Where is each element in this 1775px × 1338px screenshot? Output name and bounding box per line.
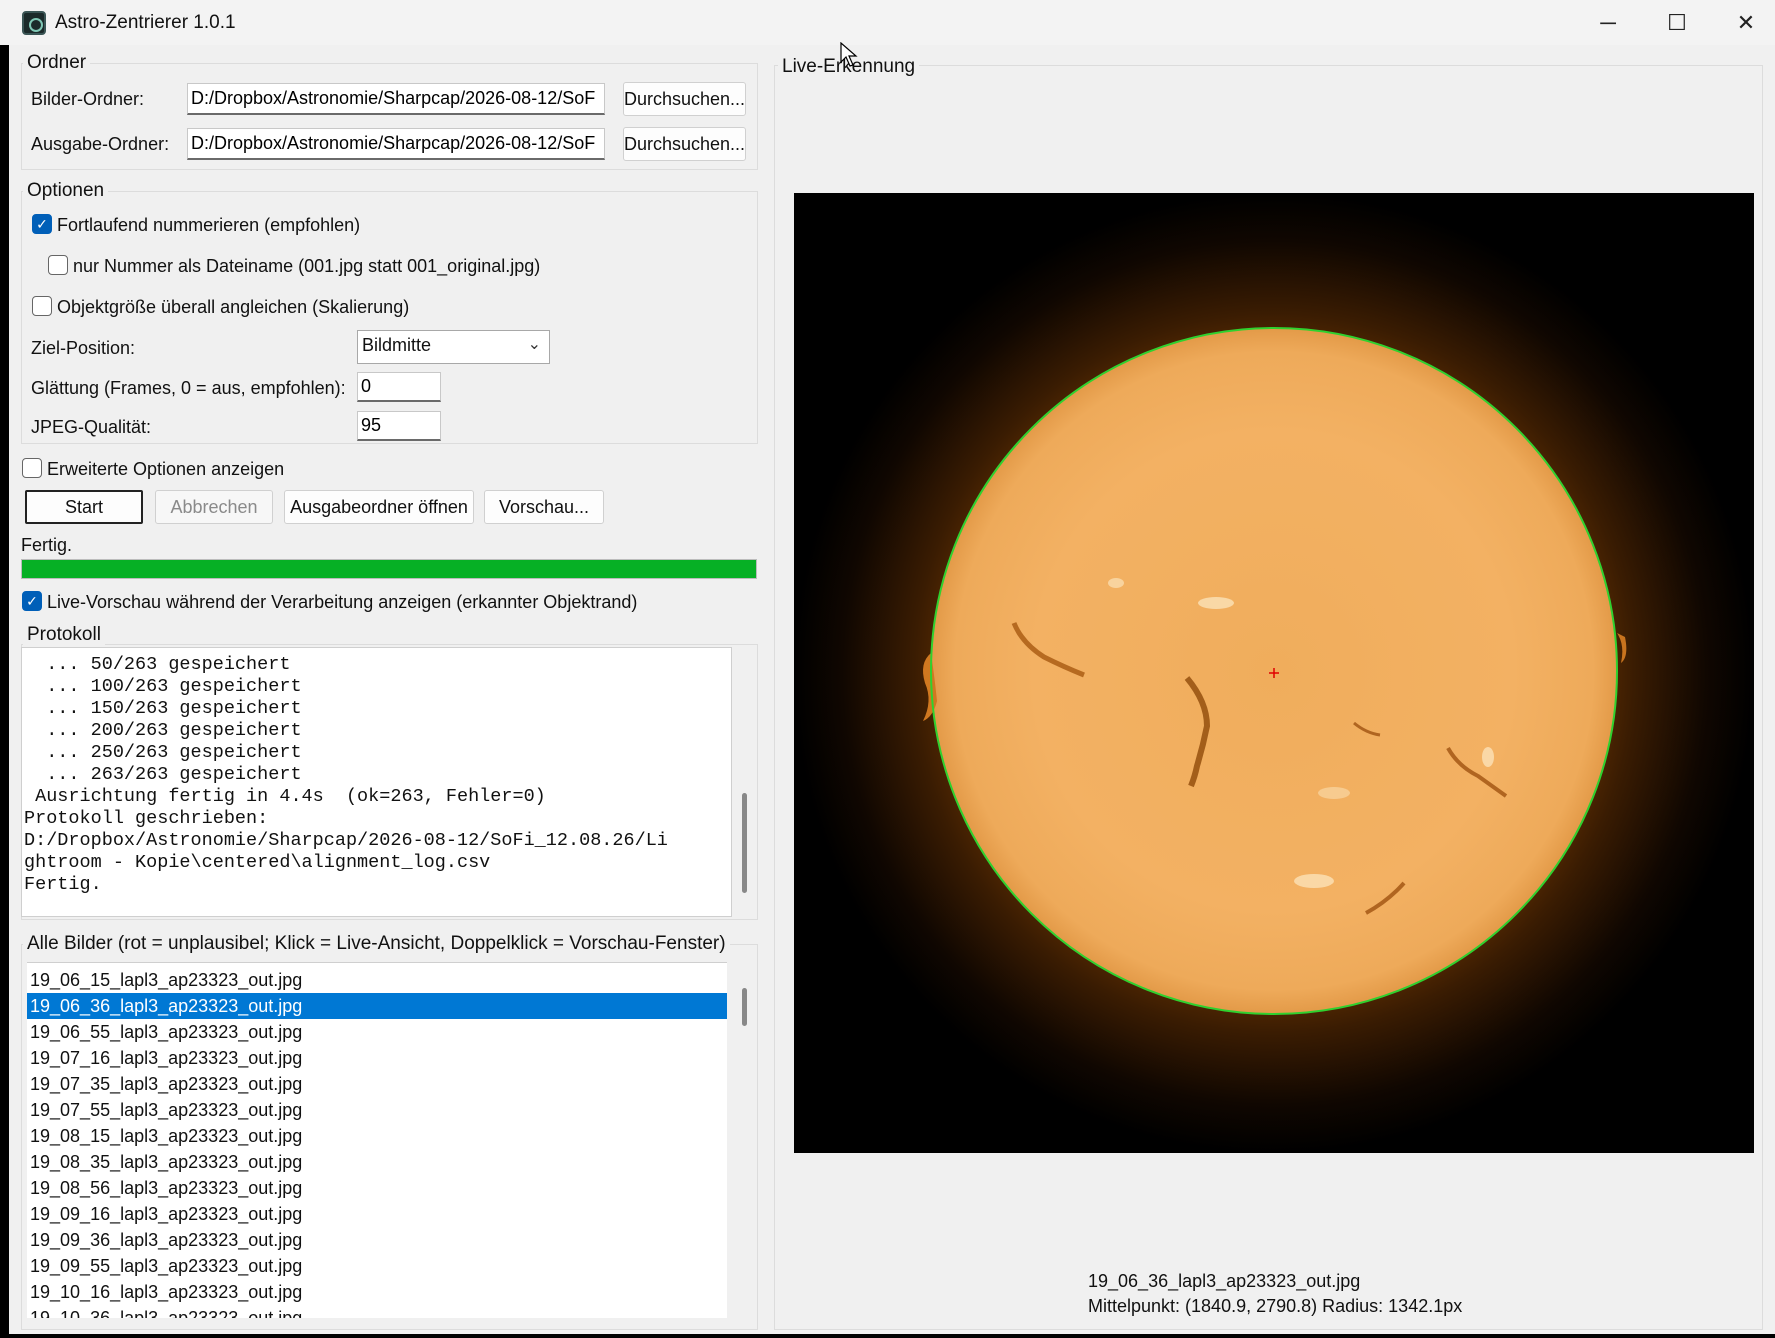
file-list-item[interactable]: 19_09_16_lapl3_ap23323_out.jpg <box>27 1201 727 1227</box>
image-folder-label: Bilder-Ordner: <box>31 89 145 109</box>
log-textarea[interactable]: ... 50/263 gespeichert ... 100/263 gespe… <box>21 647 732 917</box>
jpeg-quality-input[interactable] <box>357 411 441 441</box>
plage-2 <box>1294 874 1334 888</box>
log-line: D:/Dropbox/Astronomie/Sharpcap/2026-08-1… <box>24 830 668 851</box>
log-line: Ausrichtung fertig in 4.4s (ok=263, Fehl… <box>24 786 546 807</box>
sequential-checkbox[interactable]: ✓ <box>32 214 52 234</box>
status-text: Fertig. <box>21 535 73 555</box>
preview-button[interactable]: Vorschau... <box>484 490 604 524</box>
sun-preview-image[interactable] <box>794 193 1754 1153</box>
smoothing-input[interactable] <box>357 372 441 402</box>
target-position-label: Ziel-Position: <box>31 338 136 358</box>
browse-image-folder-button[interactable]: Durchsuchen... <box>623 82 746 116</box>
scale-label: Objektgröße überall angleichen (Skalieru… <box>57 297 410 317</box>
progress-fill <box>22 560 756 578</box>
minimize-button[interactable]: ─ <box>1574 0 1642 45</box>
target-position-value: Bildmitte <box>362 335 432 355</box>
file-list-scrollbar[interactable] <box>733 962 757 1318</box>
file-list-item[interactable]: 19_10_16_lapl3_ap23323_out.jpg <box>27 1279 727 1305</box>
log-line: ghtroom - Kopie\centered\alignment_log.c… <box>24 852 491 873</box>
window-title: Astro-Zentrierer 1.0.1 <box>55 12 236 33</box>
files-group-label: Alle Bilder (rot = unplausibel; Klick = … <box>23 933 730 955</box>
log-group-label: Protokoll <box>23 624 105 646</box>
smoothing-label: Glättung (Frames, 0 = aus, empfohlen): <box>31 378 346 398</box>
number-only-label: nur Nummer als Dateiname (001.jpg statt … <box>73 256 541 276</box>
live-preview-checkbox[interactable]: ✓ <box>22 591 42 611</box>
image-folder-input[interactable] <box>187 83 605 115</box>
target-position-select[interactable]: Bildmitte ⌄ <box>357 330 550 364</box>
open-output-folder-button[interactable]: Ausgabeordner öffnen <box>284 490 474 524</box>
maximize-button[interactable]: ☐ <box>1643 0 1711 45</box>
log-line: ... 200/263 gespeichert <box>24 720 302 741</box>
start-button[interactable]: Start <box>25 490 143 524</box>
bottom-window-edge <box>0 1334 1775 1338</box>
progress-bar <box>21 559 757 579</box>
file-list-item[interactable]: 19_08_15_lapl3_ap23323_out.jpg <box>27 1123 727 1149</box>
number-only-checkbox[interactable] <box>48 255 68 275</box>
output-folder-label: Ausgabe-Ordner: <box>31 134 170 154</box>
log-line: ... 250/263 gespeichert <box>24 742 302 763</box>
log-line: Fertig. <box>24 874 102 895</box>
app-icon <box>22 11 46 35</box>
title-bar[interactable]: Astro-Zentrierer 1.0.1 ─ ☐ ✕ <box>0 0 1775 45</box>
plage-3 <box>1318 787 1350 799</box>
plage-4 <box>1482 747 1494 767</box>
file-list-item[interactable]: 19_06_55_lapl3_ap23323_out.jpg <box>27 1019 727 1045</box>
live-preview-label: Live-Vorschau während der Verarbeitung a… <box>47 592 638 612</box>
close-button[interactable]: ✕ <box>1712 0 1775 45</box>
advanced-options-label: Erweiterte Optionen anzeigen <box>47 459 285 479</box>
folders-group-label: Ordner <box>23 52 91 74</box>
file-list-item[interactable]: 19_07_55_lapl3_ap23323_out.jpg <box>27 1097 727 1123</box>
sequential-label: Fortlaufend nummerieren (empfohlen) <box>57 215 361 235</box>
file-list-item[interactable]: 19_10_36_lapl3_ap23323_out.jpg <box>27 1305 727 1318</box>
detection-center-radius: Mittelpunkt: (1840.9, 2790.8) Radius: 13… <box>1088 1296 1463 1316</box>
plage-1 <box>1198 597 1234 609</box>
mouse-cursor-icon <box>840 42 858 67</box>
chevron-down-icon: ⌄ <box>527 336 541 353</box>
log-lines: ... 50/263 gespeichert ... 100/263 gespe… <box>24 654 731 896</box>
plage-5 <box>1108 578 1124 588</box>
output-folder-input[interactable] <box>187 128 605 160</box>
file-list-scrollbar-thumb[interactable] <box>742 988 747 1026</box>
detection-filename: 19_06_36_lapl3_ap23323_out.jpg <box>1088 1271 1361 1291</box>
cancel-button[interactable]: Abbrechen <box>155 490 273 524</box>
file-list-item[interactable]: 19_09_55_lapl3_ap23323_out.jpg <box>27 1253 727 1279</box>
file-list-item[interactable]: 19_08_56_lapl3_ap23323_out.jpg <box>27 1175 727 1201</box>
file-list-item[interactable]: 19_07_35_lapl3_ap23323_out.jpg <box>27 1071 727 1097</box>
sun-preview-svg <box>794 193 1754 1153</box>
log-line: ... 263/263 gespeichert <box>24 764 302 785</box>
options-group-label: Optionen <box>23 180 109 202</box>
log-line: ... 50/263 gespeichert <box>24 654 291 675</box>
file-list-item[interactable]: 19_06_15_lapl3_ap23323_out.jpg <box>27 967 727 993</box>
left-window-edge <box>0 45 9 1338</box>
log-line: ... 100/263 gespeichert <box>24 676 302 697</box>
file-list-item[interactable]: 19_06_36_lapl3_ap23323_out.jpg <box>27 993 727 1019</box>
log-line: ... 150/263 gespeichert <box>24 698 302 719</box>
file-list-item[interactable]: 19_08_35_lapl3_ap23323_out.jpg <box>27 1149 727 1175</box>
browse-output-folder-button[interactable]: Durchsuchen... <box>623 127 746 161</box>
app-window: Astro-Zentrierer 1.0.1 ─ ☐ ✕ Ordner Bild… <box>0 0 1775 1334</box>
file-list-item[interactable]: 19_07_16_lapl3_ap23323_out.jpg <box>27 1045 727 1071</box>
log-scrollbar-thumb[interactable] <box>742 793 747 893</box>
file-list[interactable]: 19_06_15_lapl3_ap23323_out.jpg 19_06_36_l… <box>27 962 727 1318</box>
scale-checkbox[interactable] <box>32 296 52 316</box>
log-scrollbar[interactable] <box>733 647 757 917</box>
file-list-item[interactable]: 19_09_36_lapl3_ap23323_out.jpg <box>27 1227 727 1253</box>
jpeg-quality-label: JPEG-Qualität: <box>31 417 152 437</box>
log-line: Protokoll geschrieben: <box>24 808 269 829</box>
advanced-options-checkbox[interactable] <box>22 458 42 478</box>
